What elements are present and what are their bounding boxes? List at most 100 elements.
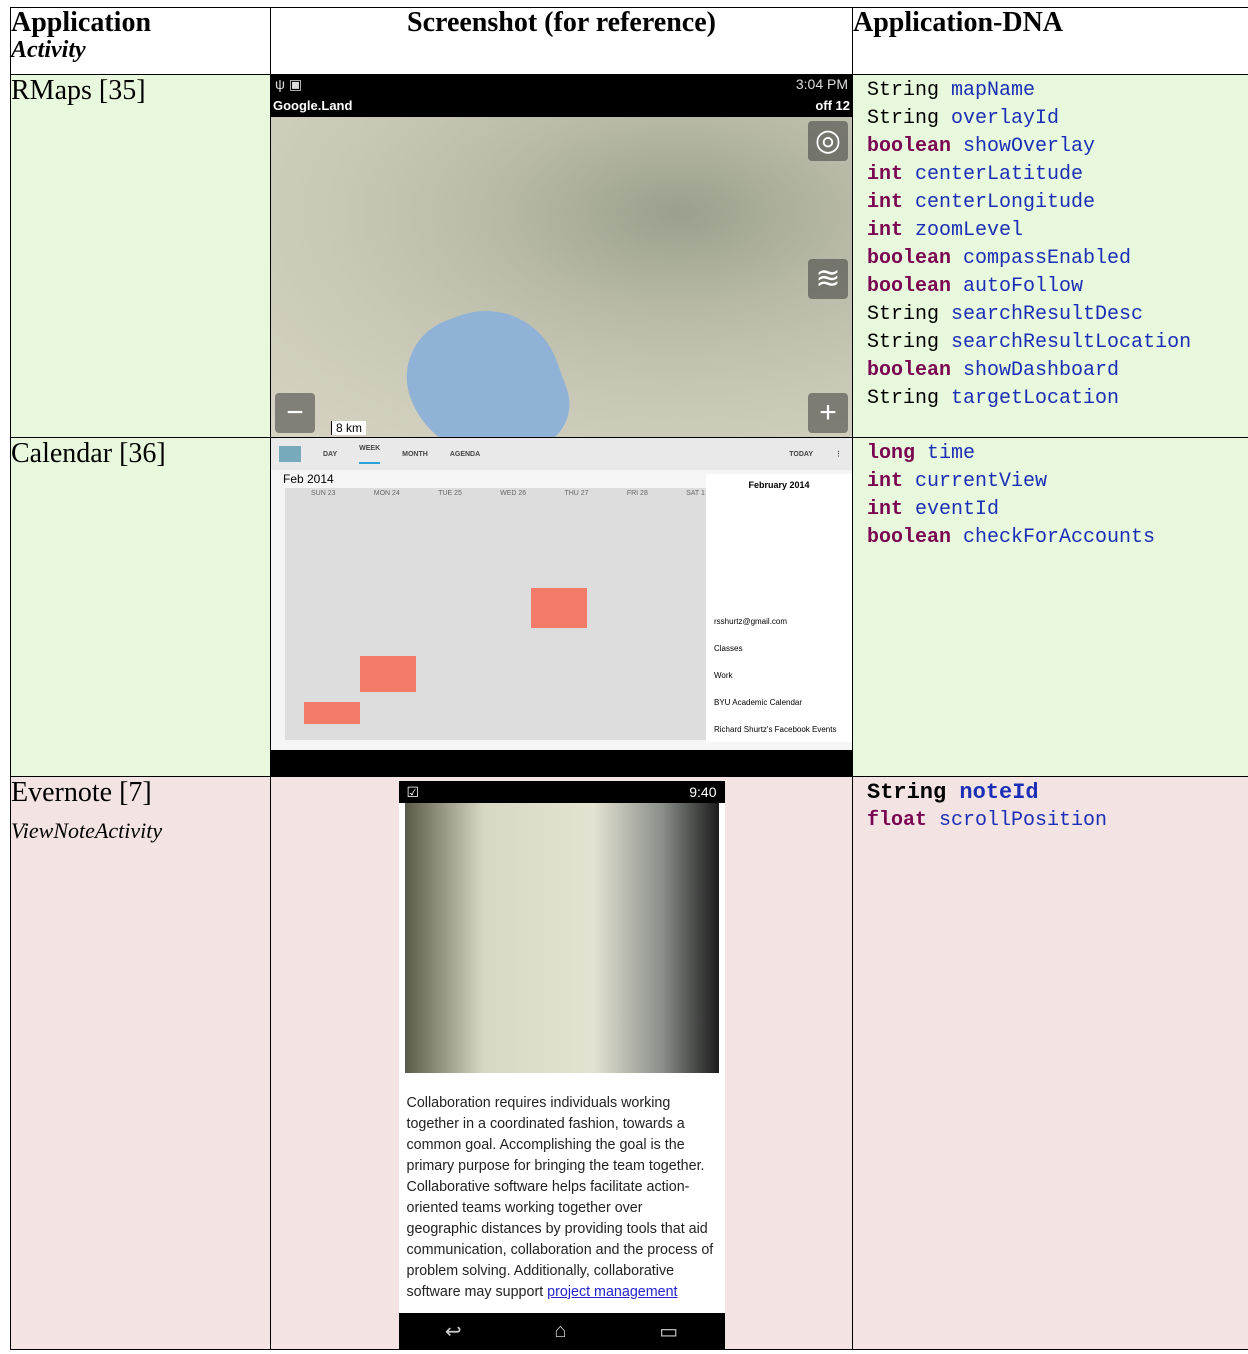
dna-field-type: boolean <box>867 247 952 270</box>
app-name-cell: Calendar [36] <box>10 437 271 777</box>
dna-field-type: boolean <box>867 275 952 298</box>
note-body: Collaboration requires individuals worki… <box>399 1073 725 1301</box>
dna-field-name: targetLocation <box>951 387 1120 410</box>
back-icon[interactable]: ↩ <box>445 1319 462 1344</box>
check-icon: ☑ <box>406 783 420 800</box>
today-button[interactable]: TODAY <box>789 451 813 458</box>
usb-icon: ψ ▣ <box>275 75 303 92</box>
home-icon[interactable]: ⌂ <box>554 1320 566 1343</box>
dna-field-name: centerLongitude <box>915 191 1096 214</box>
header-dna: Application-DNA <box>852 7 1248 75</box>
day-header: WED 26 <box>500 490 527 497</box>
day-header: SAT 1 <box>686 490 705 497</box>
dna-field-name: noteId <box>959 780 1039 805</box>
dna-cell: String mapName String overlayId boolean sh… <box>852 74 1248 438</box>
app-name: Calendar [36] <box>11 438 166 469</box>
tab-month[interactable]: MONTH <box>402 451 428 458</box>
mini-calendar-title: February 2014 <box>748 480 810 490</box>
day-header: FRI 28 <box>626 490 648 497</box>
dna-field-type: long <box>867 442 916 465</box>
calendar-list-item[interactable]: Work <box>714 662 844 689</box>
calendar-list-item[interactable]: Richard Shurtz's Facebook Events <box>714 716 844 743</box>
dna-field-type: int <box>867 470 904 493</box>
calendar-list: rsshurtz@gmail.com Classes Work BYU Acad… <box>706 496 852 747</box>
month-label: Feb 2014 <box>283 472 334 486</box>
dna-field-name: showDashboard <box>963 359 1120 382</box>
header-row: Application Activity Screenshot (for refe… <box>10 7 1248 75</box>
note-link[interactable]: project management <box>547 1284 677 1300</box>
tab-week[interactable]: WEEK <box>359 445 381 464</box>
calendar-list-item[interactable]: rsshurtz@gmail.com <box>714 608 844 635</box>
mini-calendar: February 2014 rsshurtz@gmail.com Classes… <box>706 474 852 742</box>
day-header: MON 24 <box>373 490 400 497</box>
row-calendar: Calendar [36] DAY WEEK MONTH AGENDA TODA… <box>10 437 1248 777</box>
app-name: Evernote [7] <box>11 777 152 808</box>
dna-field: boolean showDashboard <box>867 357 1248 385</box>
zoom-in-icon[interactable]: + <box>808 393 848 433</box>
row-rmaps: RMaps [35] ψ ▣ 3:04 PM Google.Land off 12 … <box>10 74 1248 438</box>
dna-field: boolean autoFollow <box>867 273 1248 301</box>
dna-field-name: checkForAccounts <box>963 526 1156 549</box>
header-activity: Activity <box>11 37 86 63</box>
calendar-list-item[interactable]: Classes <box>714 635 844 662</box>
day-headers: SUN 23 MON 24 TUE 25 WED 26 THU 27 FRI 28 SAT … <box>311 490 705 497</box>
dna-field-name: autoFollow <box>963 275 1084 298</box>
dna-field-name: compassEnabled <box>963 247 1132 270</box>
calendar-list-item[interactable]: BYU Academic Calendar <box>714 689 844 716</box>
layers-icon[interactable]: ≋ <box>808 259 848 299</box>
application-dna-table: Application Activity Screenshot (for refe… <box>10 7 1248 1350</box>
dna-field: String overlayId <box>867 105 1248 133</box>
activity-name: ViewNoteActivity <box>11 818 163 843</box>
calendar-toolbar: DAY WEEK MONTH AGENDA TODAY ⋮ <box>271 438 852 470</box>
dna-cell: long time int currentView int eventId boole… <box>852 437 1248 777</box>
screenshot-cell: ψ ▣ 3:04 PM Google.Land off 12 ◎ ≋ − + 8 k… <box>270 74 853 438</box>
dna-field-name: eventId <box>915 498 1000 521</box>
dna-field-type: int <box>867 163 904 186</box>
screenshot-cell: ☑ 9:40 Collaboration requires individuals… <box>270 776 853 1350</box>
status-bar: ☑ 9:40 <box>398 781 725 803</box>
dna-code: String mapName String overlayId boolean sh… <box>853 75 1248 413</box>
status-time: 3:04 PM <box>795 76 848 92</box>
recents-icon[interactable]: ▭ <box>659 1319 678 1344</box>
zoom-out-icon[interactable]: − <box>275 393 315 433</box>
dna-field-type: int <box>867 219 904 242</box>
calendar-event[interactable] <box>304 702 360 724</box>
dna-field-type: int <box>867 498 904 521</box>
status-time: 9:40 <box>689 784 717 800</box>
rmaps-screenshot: ψ ▣ 3:04 PM Google.Land off 12 ◎ ≋ − + 8 k… <box>271 75 852 437</box>
dna-field-type: String <box>867 331 940 354</box>
dna-field-name: zoomLevel <box>915 219 1024 242</box>
dna-field: boolean compassEnabled <box>867 245 1248 273</box>
dna-field-type: String <box>867 107 940 130</box>
dna-field: long time <box>867 440 1248 468</box>
dna-field-name: time <box>927 442 976 465</box>
android-nav-bar: ↩ ⌂ ▭ <box>398 1313 725 1349</box>
screenshot-cell: DAY WEEK MONTH AGENDA TODAY ⋮ Feb 2014 S… <box>270 437 853 777</box>
app-name-cell: RMaps [35] <box>10 74 271 438</box>
dna-field-name: scrollPosition <box>939 809 1108 832</box>
dna-field: String searchResultLocation <box>867 329 1248 357</box>
calendar-event[interactable] <box>531 588 587 628</box>
header-application: Application Activity <box>10 7 271 75</box>
dna-field: int zoomLevel <box>867 217 1248 245</box>
dna-field: int eventId <box>867 496 1248 524</box>
overflow-menu-icon[interactable]: ⋮ <box>835 450 842 458</box>
dna-field: String targetLocation <box>867 385 1248 413</box>
header-screenshot: Screenshot (for reference) <box>270 7 853 75</box>
dna-code: String noteId float scrollPosition <box>853 777 1248 835</box>
locate-icon[interactable]: ◎ <box>808 121 848 161</box>
day-header: THU 27 <box>564 490 589 497</box>
tab-agenda[interactable]: AGENDA <box>450 451 480 458</box>
calendar-event[interactable] <box>360 656 416 692</box>
evernote-screenshot: ☑ 9:40 Collaboration requires individuals… <box>398 781 725 1349</box>
note-photo <box>404 803 719 1073</box>
app-name: RMaps [35] <box>11 75 146 106</box>
map-title: Google.Land <box>273 97 353 113</box>
dna-field-type: boolean <box>867 135 952 158</box>
map-scale: 8 km <box>331 421 367 435</box>
dna-field-type: int <box>867 191 904 214</box>
app-name-cell: Evernote [7] ViewNoteActivity <box>10 776 271 1350</box>
dna-field-name: currentView <box>915 470 1048 493</box>
tab-day[interactable]: DAY <box>323 451 337 458</box>
day-header: SUN 23 <box>311 490 336 497</box>
